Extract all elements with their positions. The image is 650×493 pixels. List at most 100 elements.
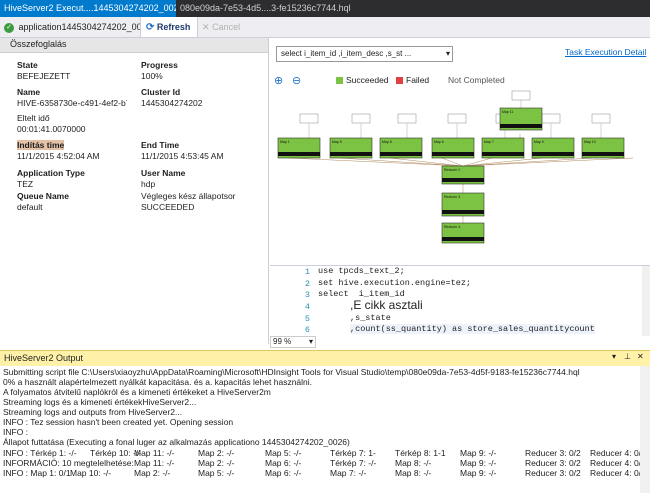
final-status-value: SUCCEEDED [141,202,195,212]
reducer-node-label: Reducer 4 [444,225,460,229]
log-line: 0% a használt alapértelmezett nyálkát ka… [3,377,313,387]
editor-scrollbar[interactable] [642,266,650,336]
reducer-node-label: Reducer 3 [444,195,460,199]
map-node-label: Map 5 [332,140,342,144]
log-line: Streaming logs és a kimeneti értékekHive… [3,397,197,407]
reducer-nodes [441,165,485,244]
refresh-label: Refresh [156,22,191,32]
map-node-label: Map 1 [280,140,290,144]
progress-cell: Térkép 7: 1- [330,448,376,458]
toolbar: ✓ application1445304274202_0026 ⟳ Refres… [0,17,650,38]
state-value: BEFEJEZETT [17,71,71,81]
start-time-value: 11/1/2015 4:52:04 AM [17,151,100,161]
progress-label: Progress [141,60,178,70]
output-log[interactable]: Submitting script file C:\Users\xiaoyzhu… [0,366,640,493]
progress-cell: Map 8: -/- [395,468,432,478]
progress-cell: Reducer 3: 0/2 [525,448,581,458]
elapsed-label: Eltelt idő [17,113,50,123]
state-label: State [17,60,38,70]
progress-cell: INFO : Map 1: 0/1 [3,468,71,478]
refresh-button[interactable]: ⟳ Refresh [146,19,190,35]
progress-cell: Map 2: -/- [198,448,235,458]
tab-execution-view[interactable]: HiveServer2 Execut....1445304274202_0026… [0,0,176,17]
end-time-value: 11/1/2015 4:53:45 AM [141,151,224,161]
application-type-value: TEZ [17,179,34,189]
progress-cell: Map 6: -/- [265,468,302,478]
progress-cell: INFO : Térkép 1: -/- [3,448,77,458]
job-id-tab[interactable]: ✓ application1445304274202_0026 [4,19,152,35]
progress-cell: Map 10: -/- [70,468,112,478]
log-line: INFO : Tez session hasn't been created y… [3,417,234,427]
progress-cell: Térkép 8: 1-1 [395,448,446,458]
log-line: Streaming logs and outputs from HiveServ… [3,407,183,417]
progress-cell: Map 6: -/- [265,458,302,468]
cluster-id-label: Cluster Id [141,87,181,97]
job-id-label: application1445304274202_0026 [18,22,152,32]
output-title: HiveServer2 Output [4,353,84,363]
progress-cell: Map 7: -/- [330,468,367,478]
start-time-label: Indítás time [17,140,65,150]
line-number: 5 [304,314,310,324]
line-number: 1 [304,267,310,277]
queue-name-label: Queue Name [17,191,69,201]
code-line: ,s_state [350,313,391,323]
progress-cell: Map 2: -/- [134,468,171,478]
reducer-node-label: Reducer 2 [444,168,460,172]
progress-value: 100% [141,71,163,81]
progress-cell: Map 11: -/- [134,448,175,458]
document-tab-bar: HiveServer2 Execut....1445304274202_0026… [0,0,650,17]
summary-header: Összefoglalás [0,38,268,53]
pin-icon[interactable]: ⊥ [624,352,631,361]
success-check-icon: ✓ [4,22,14,33]
progress-cell: Map 5: -/- [265,448,302,458]
close-icon[interactable]: ✕ [637,352,644,361]
hql-code-editor[interactable]: 1 use tpcds_text_2; 2 set hive.execution… [270,265,650,336]
name-label: Name [17,87,41,97]
tab-hql-file[interactable]: 080e09da-7e53-4d5....3-fe15236c7744.hql [176,0,380,17]
log-line: Állapot futtatása (Executing a fonal lug… [3,437,350,447]
dag-diagram: Map 1 Map 5 Map 8 Map 6 Map 7 Map 9 Map … [277,90,634,244]
code-line: use tpcds_text_2; [318,266,405,276]
cancel-label: Cancel [212,22,241,32]
map-node-label: Map 9 [534,140,544,144]
progress-cell: Map 9: -/- [460,448,497,458]
cancel-icon: ✕ [202,22,210,32]
progress-cell: INFORMÁCIÓ: 10 megtelelhetése: [3,458,134,468]
map-node-label: Map 7 [484,140,494,144]
chevron-down-icon: ▾ [308,337,313,346]
execution-graph-panel: select i_item_id ,i_item_desc ,s_st ... … [270,38,650,264]
progress-cell: Map 5: -/- [198,468,235,478]
queue-name-value: default [17,202,43,212]
dropdown-arrow-icon[interactable]: ▾ [612,352,616,361]
cluster-id-value: 1445304274202 [141,98,203,108]
user-name-label: User Name [141,168,186,178]
line-number: 3 [304,290,310,300]
line-number: 2 [304,279,310,289]
progress-cell: Map 8: -/- [395,458,432,468]
progress-cell: Reducer 3: 0/2 [525,468,581,478]
log-line: Submitting script file C:\Users\xiaoyzhu… [3,367,580,377]
map-node-label: Map 8 [382,140,392,144]
output-panel-header: HiveServer2 Output ▾ ⊥ ✕ [0,350,650,367]
progress-cell: Map 9: -/- [460,458,497,468]
name-value: HIVE-6358730e-c491-4ef2-b76i [17,98,127,108]
progress-cell: Reducer 3: 0/2 [525,458,581,468]
tab-label: HiveServer2 Execut....1445304274202_0026… [4,3,176,13]
output-scrollbar[interactable] [640,366,650,493]
user-name-value: hdp [141,179,156,189]
progress-cell: Reducer 4: 0/ [590,468,640,478]
progress-cell: Reducer 4: 0/ [590,458,640,468]
end-time-label: End Time [141,140,180,150]
zoom-level-value: 99 % [273,337,292,346]
progress-cell: Térkép 7: -/- [330,458,377,468]
final-status-label: Végleges kész állapotsor [141,191,236,201]
code-line: ,count(ss_quantity) as store_sales_quant… [350,324,595,334]
progress-cell: Map 2: -/- [198,458,235,468]
map-node-label: Map 11 [502,110,513,114]
map-node-label: Map 6 [434,140,444,144]
map-node-label: Map 10 [584,140,596,144]
refresh-icon: ⟳ [146,22,155,33]
cancel-button[interactable]: ✕ Cancel [202,19,240,35]
zoom-level-select[interactable]: 99 % ▾ [270,336,316,348]
summary-title: Összefoglalás [10,39,67,49]
